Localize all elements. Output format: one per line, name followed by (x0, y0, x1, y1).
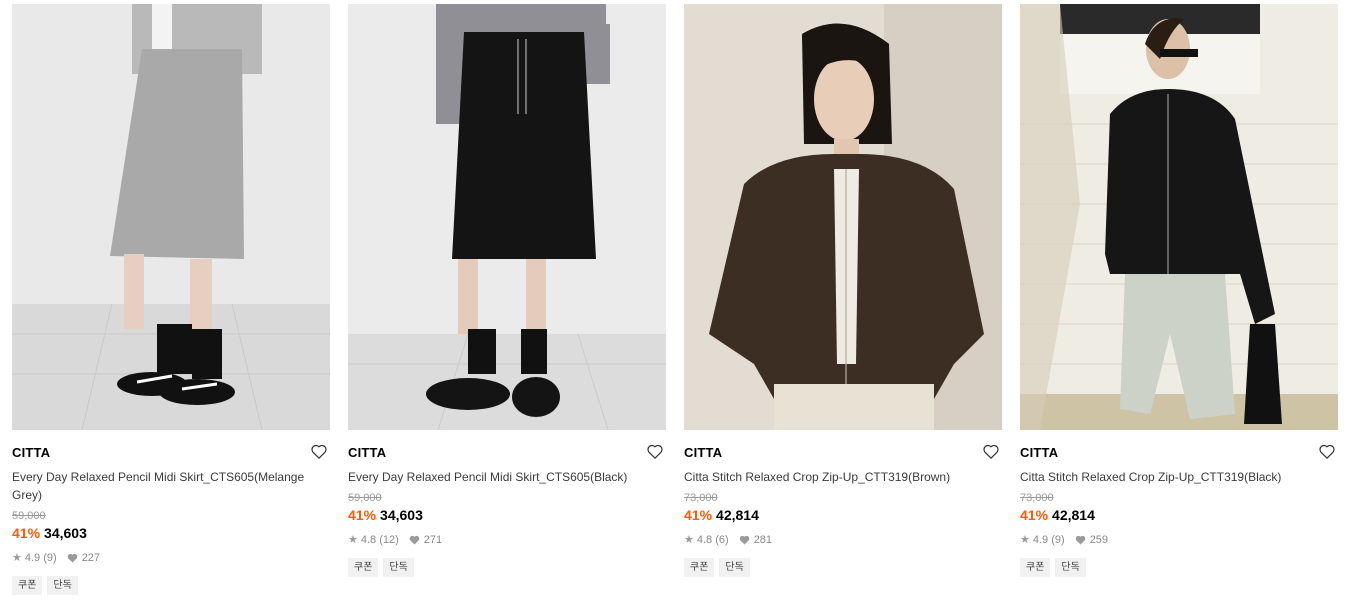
brand-name[interactable]: CITTA (684, 444, 1002, 462)
sale-price: 42,814 (1052, 507, 1095, 523)
product-photo-grey-skirt (12, 4, 330, 430)
original-price: 59,000 (12, 510, 46, 522)
tag-coupon: 쿠폰 (684, 558, 715, 577)
tag-coupon: 쿠폰 (348, 558, 379, 577)
wishlist-heart-icon[interactable] (310, 442, 328, 460)
price-row: 41% 42,814 (684, 506, 1002, 524)
price-row: 41% 42,814 (1020, 506, 1338, 524)
tag-exclusive: 단독 (47, 576, 78, 595)
original-price: 73,000 (684, 492, 718, 504)
sale-price: 34,603 (380, 507, 423, 523)
brand-name[interactable]: CITTA (1020, 444, 1338, 462)
sale-price: 34,603 (44, 525, 87, 541)
like-count: 271 (423, 534, 443, 546)
original-price: 73,000 (1020, 492, 1054, 504)
discount-rate: 41% (684, 507, 713, 523)
rating-value: 4.8 (360, 534, 377, 546)
product-meta: ★ 4.9 (9) 259 (1020, 533, 1338, 547)
rating-value: 4.9 (1032, 534, 1049, 546)
product-meta: ★ 4.9 (9) 227 (12, 551, 330, 565)
tag-list: 쿠폰 단독 (12, 576, 330, 595)
wishlist-heart-icon[interactable] (646, 442, 664, 460)
star-icon: ★ (12, 552, 22, 564)
review-count: (12) (379, 534, 399, 546)
tag-exclusive: 단독 (1055, 558, 1086, 577)
tag-list: 쿠폰 단독 (348, 558, 666, 577)
like-count: 281 (753, 534, 773, 546)
sale-price: 42,814 (716, 507, 759, 523)
wishlist-heart-icon[interactable] (982, 442, 1000, 460)
tag-list: 쿠폰 단독 (1020, 558, 1338, 577)
star-icon: ★ (348, 534, 358, 546)
rating-value: 4.9 (24, 552, 41, 564)
price-row: 41% 34,603 (348, 506, 666, 524)
product-image[interactable] (1020, 4, 1338, 430)
brand-name[interactable]: CITTA (12, 444, 330, 462)
review-count: (9) (43, 552, 57, 564)
product-card[interactable]: CITTA Every Day Relaxed Pencil Midi Skir… (348, 4, 666, 577)
tag-coupon: 쿠폰 (1020, 558, 1051, 577)
product-card[interactable]: CITTA Citta Stitch Relaxed Crop Zip-Up_C… (1020, 4, 1338, 577)
product-meta: ★ 4.8 (12) 271 (348, 533, 666, 547)
discount-rate: 41% (12, 525, 41, 541)
like-count: 259 (1089, 534, 1109, 546)
brand-name[interactable]: CITTA (348, 444, 666, 462)
product-name[interactable]: Citta Stitch Relaxed Crop Zip-Up_CTT319(… (684, 468, 1002, 486)
heart-filled-icon (1075, 535, 1086, 545)
original-price: 59,000 (348, 492, 382, 504)
tag-exclusive: 단독 (383, 558, 414, 577)
wishlist-heart-icon[interactable] (1318, 442, 1336, 460)
rating-value: 4.8 (696, 534, 713, 546)
heart-filled-icon (67, 553, 78, 563)
product-photo-brown-zipup (684, 4, 1002, 430)
like-count: 227 (81, 552, 101, 564)
product-meta: ★ 4.8 (6) 281 (684, 533, 1002, 547)
product-image[interactable] (684, 4, 1002, 430)
price-row: 41% 34,603 (12, 524, 330, 542)
product-name[interactable]: Citta Stitch Relaxed Crop Zip-Up_CTT319(… (1020, 468, 1338, 486)
product-photo-black-skirt (348, 4, 666, 430)
product-card[interactable]: CITTA Citta Stitch Relaxed Crop Zip-Up_C… (684, 4, 1002, 577)
product-photo-black-zipup (1020, 4, 1338, 430)
discount-rate: 41% (1020, 507, 1049, 523)
tag-list: 쿠폰 단독 (684, 558, 1002, 577)
product-image[interactable] (348, 4, 666, 430)
product-grid: CITTA Every Day Relaxed Pencil Midi Skir… (0, 0, 1345, 609)
tag-coupon: 쿠폰 (12, 576, 43, 595)
heart-filled-icon (409, 535, 420, 545)
star-icon: ★ (1020, 534, 1030, 546)
review-count: (6) (715, 534, 729, 546)
product-image[interactable] (12, 4, 330, 430)
star-icon: ★ (684, 534, 694, 546)
product-name[interactable]: Every Day Relaxed Pencil Midi Skirt_CTS6… (12, 468, 330, 504)
review-count: (9) (1051, 534, 1065, 546)
heart-filled-icon (739, 535, 750, 545)
product-name[interactable]: Every Day Relaxed Pencil Midi Skirt_CTS6… (348, 468, 666, 486)
discount-rate: 41% (348, 507, 377, 523)
tag-exclusive: 단독 (719, 558, 750, 577)
product-card[interactable]: CITTA Every Day Relaxed Pencil Midi Skir… (12, 4, 330, 595)
